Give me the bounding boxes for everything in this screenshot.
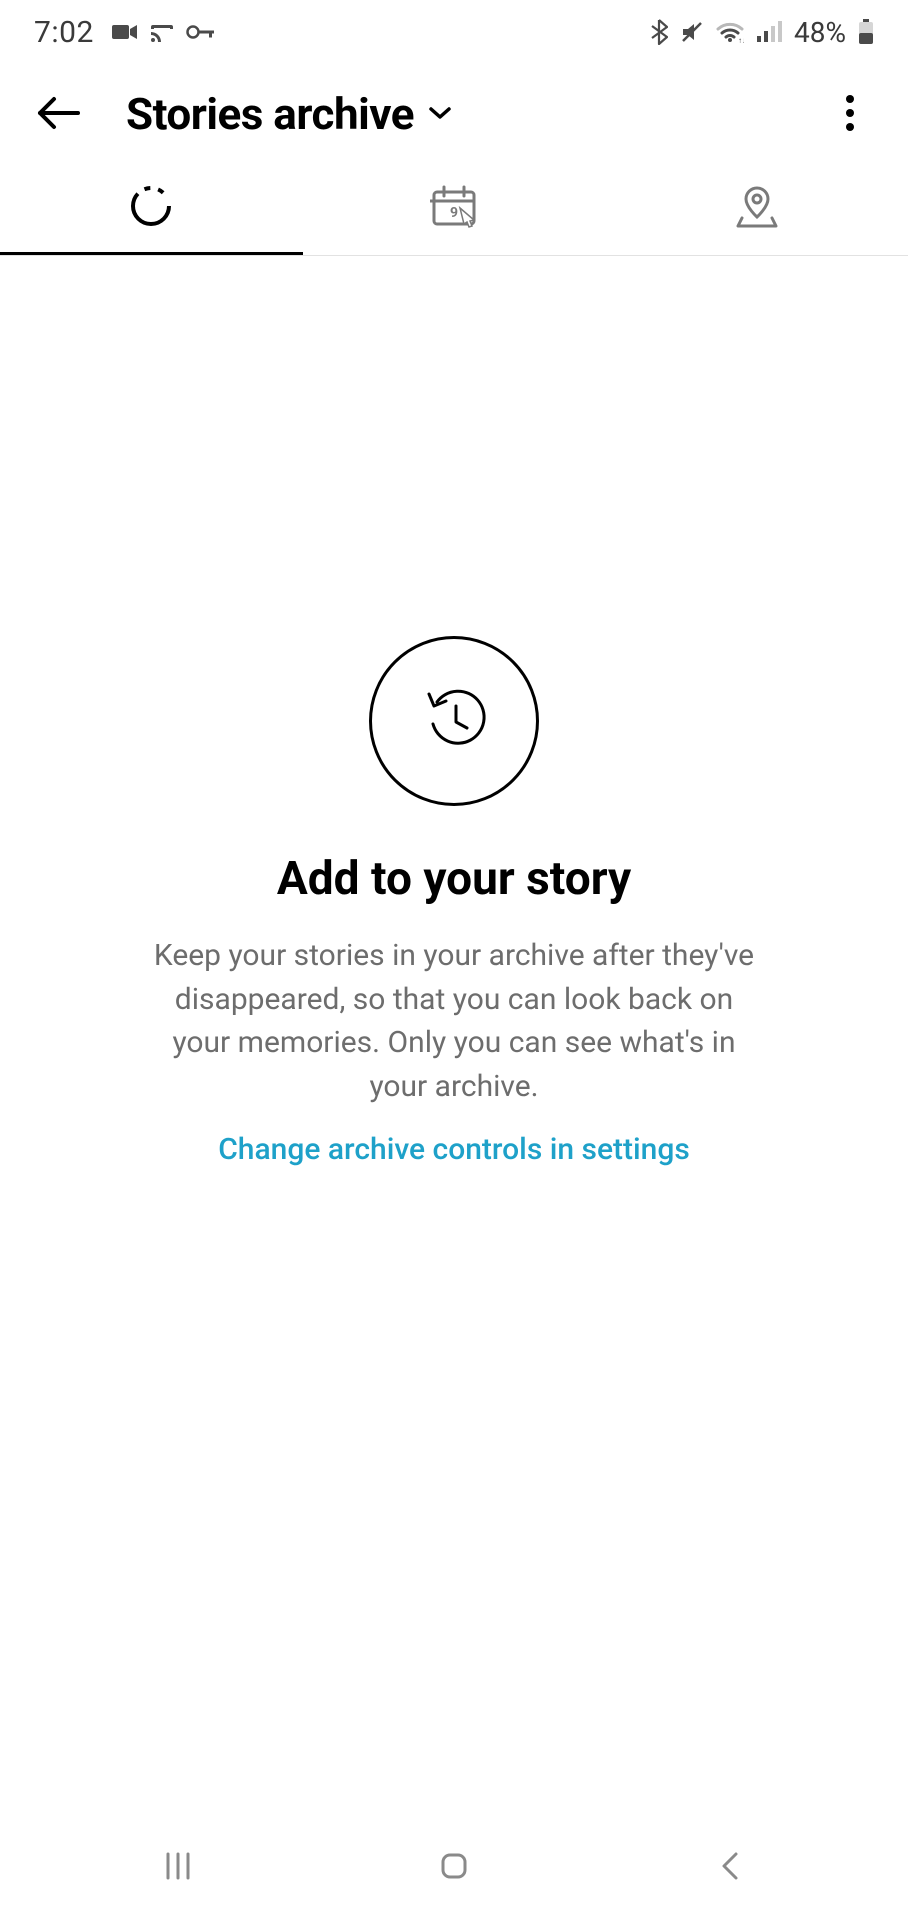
recents-icon bbox=[160, 1848, 196, 1887]
battery-percent: 48% bbox=[794, 16, 846, 49]
svg-text:↑↓: ↑↓ bbox=[738, 36, 744, 43]
tab-stories[interactable] bbox=[0, 164, 303, 255]
calendar-icon: 9 bbox=[430, 184, 478, 232]
change-archive-settings-link[interactable]: Change archive controls in settings bbox=[218, 1132, 690, 1167]
back-button[interactable] bbox=[28, 84, 88, 144]
status-left: 7:02 bbox=[34, 15, 216, 50]
story-ring-icon bbox=[129, 184, 173, 232]
battery-icon bbox=[858, 19, 874, 45]
archive-tabs: 9 bbox=[0, 164, 908, 256]
signal-icon bbox=[756, 21, 782, 43]
arrow-left-icon bbox=[34, 93, 82, 136]
status-time: 7:02 bbox=[34, 15, 94, 50]
system-nav-bar bbox=[0, 1814, 908, 1920]
more-options-button[interactable] bbox=[820, 84, 880, 144]
tab-calendar[interactable]: 9 bbox=[303, 164, 606, 255]
empty-state-description: Keep your stories in your archive after … bbox=[144, 934, 764, 1108]
empty-state-icon-circle bbox=[369, 636, 539, 806]
empty-state: Add to your story Keep your stories in y… bbox=[0, 256, 908, 1167]
home-icon bbox=[436, 1848, 472, 1887]
nav-back-button[interactable] bbox=[670, 1837, 790, 1897]
nav-home-button[interactable] bbox=[394, 1837, 514, 1897]
status-right: ↑↓ 48% bbox=[650, 16, 874, 49]
video-icon bbox=[112, 22, 138, 42]
more-vertical-icon bbox=[845, 94, 855, 135]
location-pin-icon bbox=[734, 184, 780, 232]
bluetooth-icon bbox=[650, 19, 668, 45]
cast-icon bbox=[150, 22, 174, 42]
app-header: Stories archive bbox=[0, 64, 908, 164]
empty-state-title: Add to your story bbox=[277, 852, 631, 906]
nav-recents-button[interactable] bbox=[118, 1837, 238, 1897]
history-icon bbox=[419, 684, 489, 758]
tab-location[interactable] bbox=[605, 164, 908, 255]
mute-icon bbox=[680, 20, 704, 44]
status-bar: 7:02 ↑↓ 48% bbox=[0, 0, 908, 64]
page-title: Stories archive bbox=[126, 88, 414, 140]
nav-back-icon bbox=[718, 1848, 742, 1887]
vpn-key-icon bbox=[186, 24, 216, 40]
title-dropdown[interactable]: Stories archive bbox=[126, 88, 452, 140]
svg-text:9: 9 bbox=[450, 205, 458, 221]
chevron-down-icon bbox=[428, 105, 452, 124]
wifi-icon: ↑↓ bbox=[716, 21, 744, 43]
